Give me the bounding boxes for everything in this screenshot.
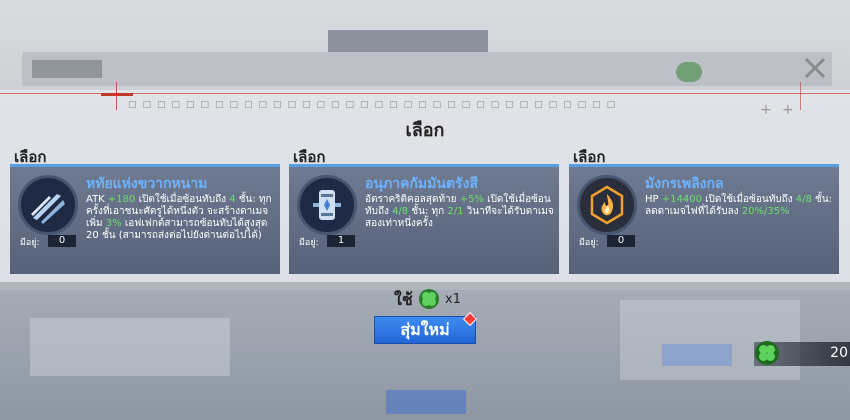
decor-mark — [101, 93, 133, 96]
blades-icon — [18, 175, 78, 235]
decor-line — [116, 82, 117, 110]
background-button — [386, 390, 466, 414]
decor-line — [800, 82, 801, 110]
clover-icon — [419, 289, 439, 309]
background-header-title — [32, 60, 102, 78]
canister-icon — [297, 175, 357, 235]
background-close-icon — [804, 57, 826, 79]
card-option-2[interactable]: อนุภาคกัมมันตรังสี อัตราคริติคอลสุดท้าย … — [289, 164, 559, 274]
decor-ticks: □□□□□□□□□□□□□□□□□□□□□□□□□□□□□□□□□□ — [128, 100, 622, 110]
use-cost-count: x1 — [445, 292, 461, 307]
owned-count: 0 — [48, 235, 76, 247]
card-name: หทัยแห่งขวากหนาม — [86, 176, 208, 192]
card-name: มังกรเพลิงกล — [645, 176, 724, 192]
owned-count: 1 — [327, 235, 355, 247]
background-header-bar — [22, 52, 832, 86]
card-name: อนุภาคกัมมันตรังสี — [365, 176, 478, 192]
background-block — [30, 318, 230, 376]
card-description: อัตราคริติคอลสุดท้าย +5% เปิดใช้เมื่อซ้อ… — [365, 194, 554, 229]
owned-label: มีอยู่: — [299, 238, 319, 248]
card-option-1[interactable]: หทัยแห่งขวากหนาม ATK +180 เปิดใช้เมื่อซ้… — [10, 164, 280, 274]
flame-icon — [577, 175, 637, 235]
owned-label: มีอยู่: — [579, 238, 599, 248]
owned-label: มีอยู่: — [20, 238, 40, 248]
reroll-button[interactable]: สุ่มใหม่ — [374, 316, 476, 344]
currency-value: 20 — [830, 345, 848, 361]
popup-title: เลือก — [405, 120, 445, 141]
clover-icon — [755, 341, 779, 365]
use-label: ใช้ — [394, 290, 413, 309]
owned-count: 0 — [607, 235, 635, 247]
card-description: HP +14400 เปิดใช้เมื่อซ้อนทับถึง 4/8 ชั้… — [645, 194, 833, 217]
card-description: ATK +180 เปิดใช้เมื่อซ้อนทับถึง 4 ชั้น: … — [86, 194, 272, 241]
card-option-3[interactable]: มังกรเพลิงกล HP +14400 เปิดใช้เมื่อซ้อนท… — [569, 164, 839, 274]
background-button — [662, 344, 732, 366]
background-banner — [328, 30, 488, 52]
background-clover-icon — [676, 62, 702, 82]
